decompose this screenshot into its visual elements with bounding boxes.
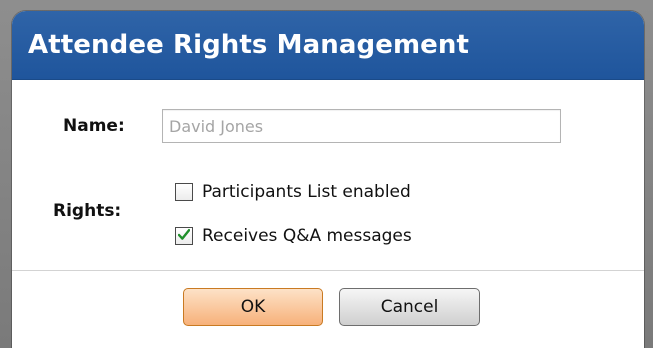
page: Attendee Rights Management Name: Rights:… [0, 0, 653, 348]
dialog-body: Name: Rights: Participants List enabled … [12, 80, 644, 270]
cancel-button[interactable]: Cancel [339, 288, 480, 326]
name-label: Name: [63, 116, 125, 136]
name-input[interactable] [162, 109, 561, 143]
participants-list-option[interactable]: Participants List enabled [175, 181, 411, 203]
dialog-footer: OK Cancel [12, 271, 644, 348]
participants-list-checkbox[interactable] [175, 183, 193, 201]
ok-button[interactable]: OK [183, 288, 323, 326]
checkmark-icon [178, 229, 190, 240]
qa-messages-label: Receives Q&A messages [202, 226, 412, 246]
participants-list-label: Participants List enabled [202, 182, 411, 202]
dialog-title: Attendee Rights Management [28, 30, 470, 60]
rights-label: Rights: [53, 201, 122, 221]
attendee-rights-dialog: Attendee Rights Management Name: Rights:… [12, 11, 644, 348]
dialog-titlebar: Attendee Rights Management [12, 11, 644, 80]
qa-messages-checkbox[interactable] [175, 227, 193, 245]
qa-messages-option[interactable]: Receives Q&A messages [175, 225, 412, 247]
